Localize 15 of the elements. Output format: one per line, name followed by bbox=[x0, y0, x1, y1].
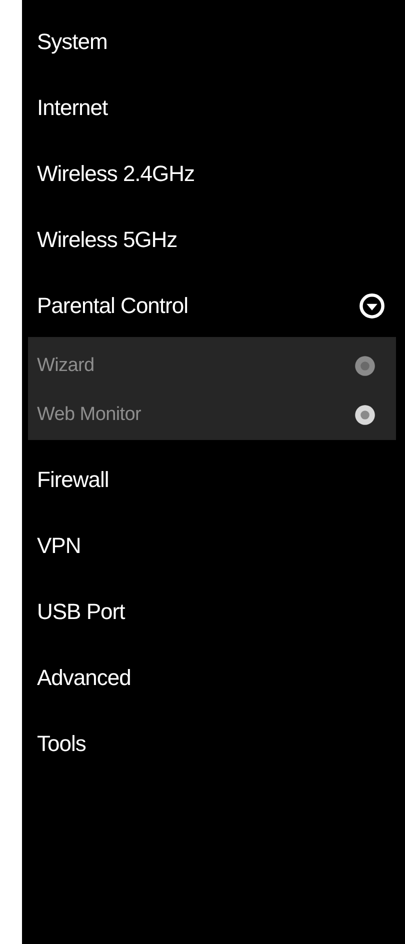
menu-item[interactable]: Advanced bbox=[28, 645, 405, 711]
submenu-item[interactable]: Web Monitor bbox=[28, 390, 396, 439]
menu-item[interactable]: Firewall bbox=[28, 447, 405, 513]
menu-item[interactable]: Wireless 5GHz bbox=[28, 207, 405, 273]
submenu-item[interactable]: Wizard bbox=[28, 341, 396, 390]
menu-item[interactable]: System bbox=[28, 9, 405, 75]
menu-item[interactable]: Wireless 2.4GHz bbox=[28, 141, 405, 207]
dropdown-icon[interactable] bbox=[359, 293, 385, 319]
menu-item[interactable]: USB Port bbox=[28, 579, 405, 645]
menu-item[interactable]: Parental Control bbox=[28, 273, 405, 339]
menu-item[interactable]: Internet bbox=[28, 75, 405, 141]
menu-item[interactable]: Tools bbox=[28, 711, 405, 777]
radio-icon[interactable] bbox=[354, 404, 376, 426]
menu-item[interactable]: VPN bbox=[28, 513, 405, 579]
radio-icon[interactable] bbox=[354, 354, 376, 376]
